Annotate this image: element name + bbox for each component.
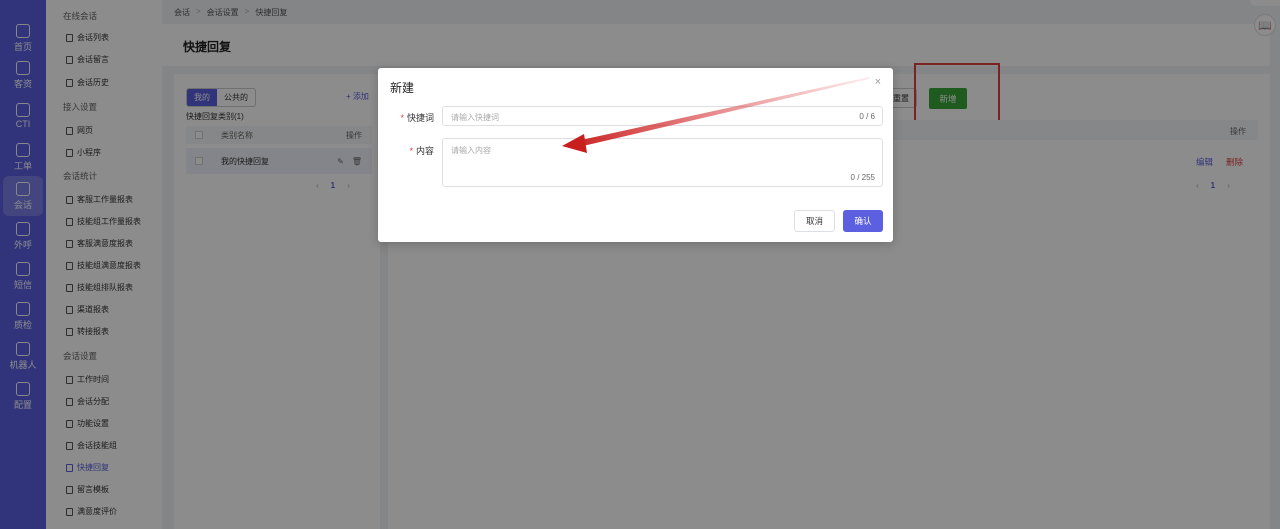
shortcut-placeholder: 请输入快捷词 [451, 113, 499, 122]
required-mark: * [409, 146, 413, 156]
content-placeholder: 请输入内容 [451, 146, 491, 155]
content-textarea[interactable]: 请输入内容 0 / 255 [442, 138, 883, 187]
new-quick-reply-dialog: 新建 × * 快捷词 请输入快捷词 0 / 6 * 内容 请输入内容 0 / 255… [378, 68, 893, 242]
shortcut-input[interactable]: 请输入快捷词 0 / 6 [442, 106, 883, 126]
content-char-count: 0 / 255 [850, 173, 875, 182]
shortcut-char-count: 0 / 6 [859, 112, 875, 121]
content-label: * 内容 [409, 146, 434, 156]
shortcut-label: * 快捷词 [400, 113, 434, 123]
cancel-button[interactable]: 取消 [794, 210, 835, 232]
close-icon[interactable]: × [875, 76, 881, 88]
dialog-title: 新建 [390, 81, 415, 95]
required-mark: * [400, 113, 404, 123]
confirm-button[interactable]: 确认 [843, 210, 883, 232]
